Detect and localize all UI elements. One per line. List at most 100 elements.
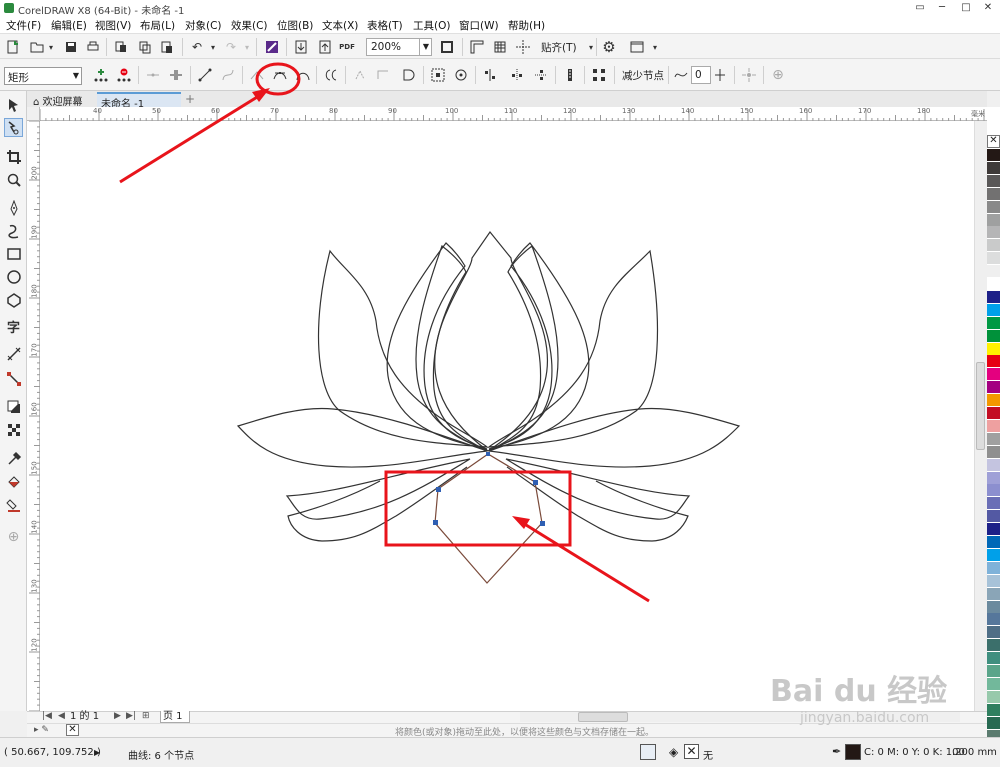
show-grid-icon[interactable] <box>491 38 509 56</box>
menu-bitmap[interactable]: 位图(B) <box>277 18 313 33</box>
node-position-disabled-icon[interactable] <box>740 66 758 84</box>
connector-tool-icon[interactable] <box>4 369 23 388</box>
palette-swatch[interactable] <box>987 536 1000 549</box>
palette-swatch[interactable] <box>987 174 1000 188</box>
menu-tools[interactable]: 工具(O) <box>413 18 450 33</box>
eyedropper-tool-icon[interactable] <box>4 449 23 468</box>
undo-dropdown-icon[interactable]: ▾ <box>204 38 222 56</box>
convert-to-curve-disabled-icon[interactable] <box>219 66 237 84</box>
palette-swatch[interactable] <box>987 407 1000 420</box>
vertical-scroll-thumb[interactable] <box>976 362 985 450</box>
reverse-direction-icon[interactable] <box>322 66 340 84</box>
palette-swatch[interactable] <box>987 342 1000 356</box>
palette-swatch[interactable] <box>987 484 1000 498</box>
palette-swatch[interactable] <box>987 316 1000 330</box>
export-pdf-icon[interactable]: PDF <box>338 38 356 56</box>
palette-expand-icon[interactable]: ▸ ✎ <box>34 725 49 735</box>
quick-customize-icon[interactable]: ⊕ <box>4 527 23 546</box>
application-launcher-icon[interactable] <box>628 38 646 56</box>
restore-icon[interactable]: ▭ <box>912 1 928 15</box>
elastic-mode-icon[interactable] <box>561 66 579 84</box>
extend-curve-disabled-icon[interactable] <box>351 66 369 84</box>
rectangle-tool-icon[interactable] <box>4 244 23 263</box>
import-arrow-icon[interactable] <box>292 38 310 56</box>
corel-connect-icon[interactable] <box>263 38 281 56</box>
add-tab-icon[interactable]: + <box>183 92 197 107</box>
drop-shadow-tool-icon[interactable] <box>4 397 23 416</box>
palette-swatch[interactable] <box>987 587 1000 601</box>
palette-swatch[interactable] <box>987 187 1000 201</box>
save-icon[interactable] <box>62 38 80 56</box>
palette-swatch[interactable] <box>987 497 1000 511</box>
palette-swatch[interactable] <box>987 368 1000 382</box>
page-tab[interactable]: 页 1 <box>160 711 190 723</box>
palette-swatch[interactable] <box>987 419 1000 433</box>
palette-swatch[interactable] <box>987 510 1000 524</box>
zoom-tool-icon[interactable] <box>4 170 23 189</box>
redo-dropdown-icon[interactable]: ▾ <box>238 38 256 56</box>
delete-node-icon[interactable] <box>115 66 133 84</box>
palette-swatch[interactable] <box>987 252 1000 266</box>
stretch-scale-nodes-icon[interactable] <box>429 66 447 84</box>
snap-to-dropdown[interactable]: 贴齐(T) <box>541 40 577 55</box>
no-color-swatch[interactable]: ✕ <box>66 724 79 736</box>
new-document-icon[interactable] <box>4 38 22 56</box>
options-gear-icon[interactable]: ⚙ <box>600 38 618 56</box>
interactive-fill-tool-icon[interactable] <box>4 472 23 491</box>
show-rulers-icon[interactable] <box>468 38 486 56</box>
full-screen-icon[interactable] <box>438 38 456 56</box>
fill-none-swatch[interactable]: ✕ <box>684 744 699 759</box>
select-all-nodes-icon[interactable] <box>590 66 608 84</box>
palette-swatch[interactable] <box>987 381 1000 395</box>
palette-swatch[interactable] <box>987 161 1000 175</box>
import-icon[interactable] <box>112 38 130 56</box>
smart-fill-tool-icon[interactable] <box>4 495 23 514</box>
launcher-dropdown-icon[interactable]: ▾ <box>646 38 664 56</box>
menu-help[interactable]: 帮助(H) <box>508 18 545 33</box>
menu-edit[interactable]: 编辑(E) <box>51 18 87 33</box>
color-proof-icon[interactable] <box>640 744 656 760</box>
minimize-icon[interactable]: ─ <box>934 1 950 15</box>
palette-swatch[interactable] <box>987 471 1000 485</box>
tab-welcome-screen[interactable]: ⌂ 欢迎屏幕 <box>29 92 95 108</box>
menu-view[interactable]: 视图(V) <box>95 18 131 33</box>
artistic-media-tool-icon[interactable] <box>4 221 23 240</box>
tab-document[interactable]: 未命名 -1 <box>97 92 181 110</box>
palette-swatch[interactable] <box>987 432 1000 446</box>
add-property-icon[interactable]: ⊕ <box>769 66 787 84</box>
menu-object[interactable]: 对象(C) <box>185 18 222 33</box>
align-nodes-icon[interactable] <box>481 66 499 84</box>
palette-swatch[interactable] <box>987 329 1000 343</box>
menu-table[interactable]: 表格(T) <box>367 18 403 33</box>
palette-swatch[interactable] <box>987 226 1000 240</box>
menu-text[interactable]: 文本(X) <box>322 18 358 33</box>
menu-window[interactable]: 窗口(W) <box>459 18 499 33</box>
ruler-corner[interactable] <box>27 107 40 121</box>
palette-swatch[interactable] <box>987 703 1000 717</box>
cusp-node-disabled-icon[interactable] <box>248 66 266 84</box>
palette-swatch[interactable] <box>987 600 1000 614</box>
maximize-icon[interactable]: □ <box>958 1 974 15</box>
close-curve-icon[interactable] <box>400 66 418 84</box>
palette-swatch[interactable] <box>987 548 1000 562</box>
horizontal-scroll-thumb[interactable] <box>578 712 628 722</box>
open-dropdown-icon[interactable]: ▾ <box>42 38 60 56</box>
palette-swatch[interactable] <box>987 665 1000 678</box>
close-icon[interactable]: ✕ <box>980 1 996 15</box>
export-arrow-icon[interactable] <box>316 38 334 56</box>
no-color-swatch[interactable]: ✕ <box>987 135 1000 148</box>
show-guidelines-icon[interactable] <box>514 38 532 56</box>
status-expand-icon[interactable]: ▶ <box>94 748 100 757</box>
palette-swatch[interactable] <box>987 690 1000 704</box>
reflect-horizontal-icon[interactable] <box>508 66 526 84</box>
palette-swatch[interactable] <box>987 561 1000 575</box>
pick-tool-icon[interactable] <box>4 95 23 114</box>
horizontal-ruler[interactable]: 40 50 60 70 80 90 100 110 120 130 140 15… <box>40 107 987 121</box>
menu-file[interactable]: 文件(F) <box>6 18 41 33</box>
palette-swatch[interactable] <box>987 200 1000 214</box>
palette-swatch[interactable] <box>987 445 1000 459</box>
text-tool-icon[interactable]: 字 <box>4 317 23 336</box>
outline-color-swatch[interactable] <box>845 744 861 760</box>
symmetrical-node-icon[interactable] <box>294 66 312 84</box>
break-curve-icon[interactable] <box>167 66 185 84</box>
